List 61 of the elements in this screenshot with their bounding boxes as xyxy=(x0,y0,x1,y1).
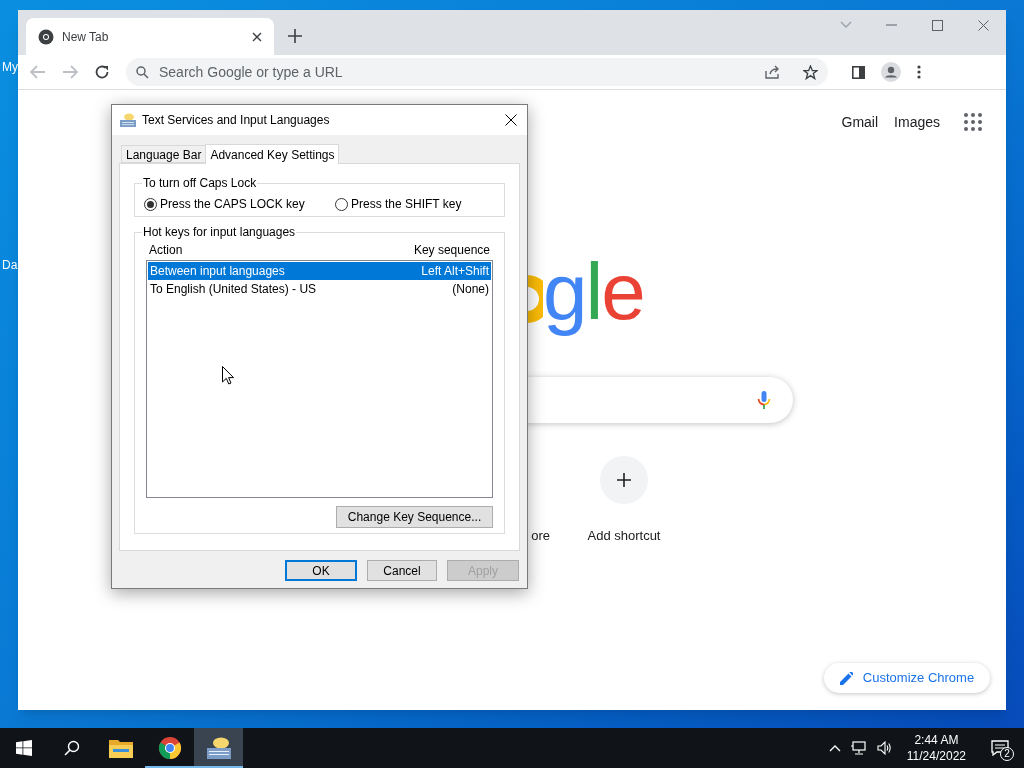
list-row[interactable]: To English (United States) - US (None) xyxy=(148,280,491,298)
profile-icon[interactable] xyxy=(881,62,901,82)
keyboard-icon xyxy=(206,737,231,759)
keyboard-icon xyxy=(120,113,136,127)
star-icon[interactable] xyxy=(803,64,818,80)
list-cell-text: To English (United States) - US xyxy=(150,281,317,298)
hotkey-list[interactable]: Between input languages Left Alt+Shift To English (United States) - US (None) xyxy=(146,260,493,498)
side-panel-icon[interactable] xyxy=(852,65,865,79)
microphone-icon[interactable] xyxy=(757,390,771,410)
reload-icon[interactable] xyxy=(94,64,110,80)
search-icon xyxy=(136,65,149,79)
column-header[interactable]: Action xyxy=(149,241,183,260)
browser-tab[interactable]: New Tab xyxy=(26,18,274,55)
ring-fragment-icon xyxy=(527,273,543,325)
radio-option[interactable]: Press the SHIFT key xyxy=(335,195,462,213)
column-header[interactable]: Key sequence xyxy=(413,241,490,260)
new-tab-icon[interactable] xyxy=(288,29,302,43)
apps-grid-icon[interactable] xyxy=(964,113,982,131)
radio-button[interactable] xyxy=(144,197,157,211)
search-icon xyxy=(64,740,80,756)
folder-icon xyxy=(108,737,133,759)
list-cell-text: Between input languages xyxy=(150,263,285,280)
list-row[interactable]: Between input languages Left Alt+Shift xyxy=(148,262,491,280)
group-title: To turn off Caps Lock xyxy=(142,176,258,190)
network-icon[interactable] xyxy=(850,741,867,755)
dialog-tab[interactable]: Language Bar xyxy=(121,145,206,163)
close-icon[interactable] xyxy=(252,31,262,42)
notification-badge: 2 xyxy=(1000,747,1014,761)
radio-option[interactable]: Press the CAPS LOCK key xyxy=(144,195,335,213)
pencil-icon xyxy=(839,671,853,685)
dialog-button[interactable]: Cancel xyxy=(367,560,437,581)
shortcut-tile[interactable]: Add shortcut xyxy=(568,456,680,546)
maximize-icon[interactable] xyxy=(932,19,943,31)
header-link[interactable]: Gmail xyxy=(841,111,879,133)
message-icon xyxy=(991,740,1009,756)
dialog-button[interactable]: OK xyxy=(285,560,357,581)
close-icon[interactable] xyxy=(505,114,517,126)
radio-button[interactable] xyxy=(335,197,348,211)
group-title: Hot keys for input languages xyxy=(142,225,297,239)
volume-icon[interactable] xyxy=(876,741,891,755)
menu-icon[interactable] xyxy=(917,65,921,79)
logo-text: gle xyxy=(543,246,644,338)
taskbar-app[interactable] xyxy=(194,728,243,768)
customize-chrome-button[interactable]: Customize Chrome xyxy=(824,663,990,693)
desktop-icon-label[interactable]: Da xyxy=(2,256,18,274)
address-bar[interactable]: Search Google or type a URL xyxy=(126,58,828,86)
change-key-sequence-button[interactable]: Change Key Sequence... xyxy=(336,506,493,528)
clock[interactable]: 2:44 AM 11/24/2022 xyxy=(900,732,972,764)
window-title: Text Services and Input Languages xyxy=(142,112,331,129)
list-cell-text: Left Alt+Shift xyxy=(421,263,489,280)
windows-logo-icon xyxy=(16,740,32,756)
list-cell-text: (None) xyxy=(452,281,489,298)
mouse-pointer-icon xyxy=(222,366,234,385)
notifications-button[interactable]: 2 xyxy=(982,728,1018,768)
chevron-up-icon[interactable] xyxy=(828,744,841,752)
header-link[interactable]: Images xyxy=(894,111,940,133)
dialog-tab[interactable]: Advanced Key Settings xyxy=(205,144,340,164)
shortcut-label[interactable]: ore xyxy=(531,526,550,546)
desktop-icon-label[interactable]: My xyxy=(2,58,18,76)
plus-icon xyxy=(617,473,631,487)
share-icon[interactable] xyxy=(765,65,781,79)
